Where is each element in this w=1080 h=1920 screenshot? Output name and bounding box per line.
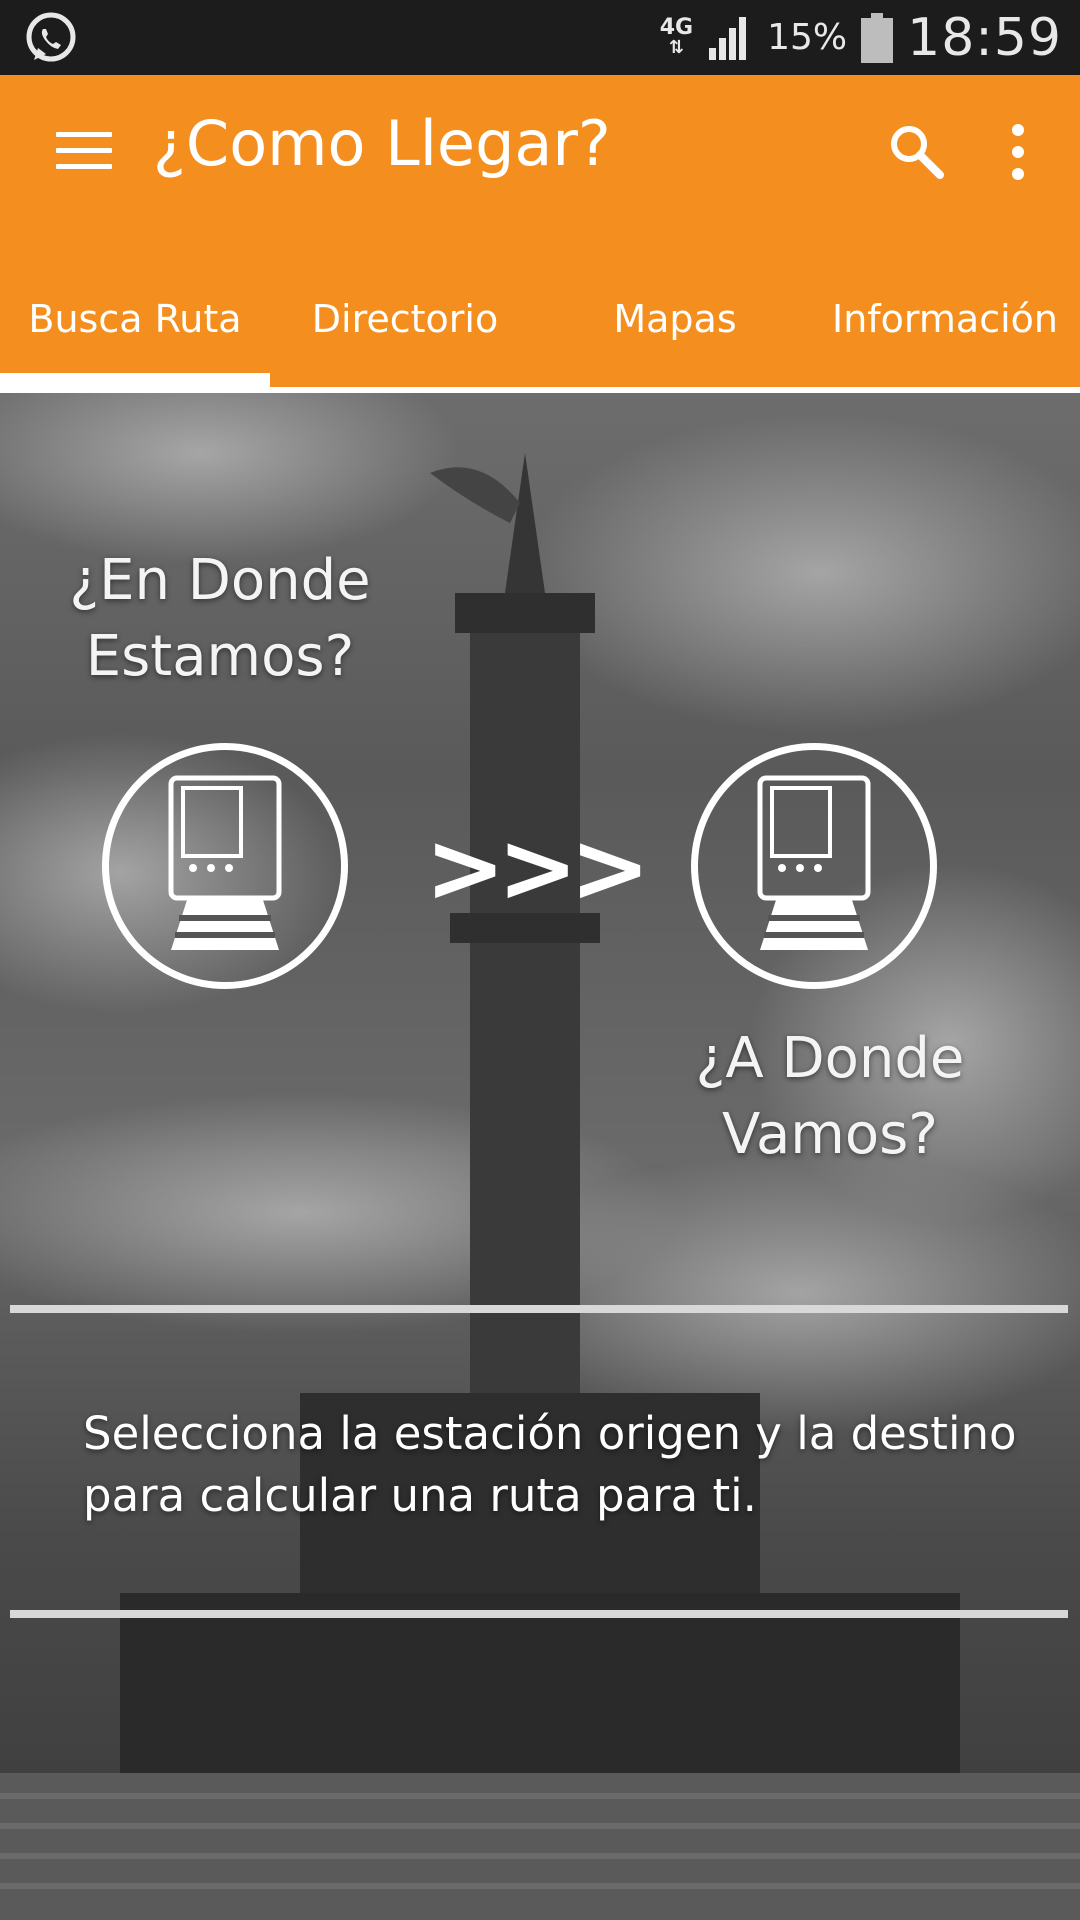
app-bar: ¿Como Llegar? Busca Ruta Directorio Mapa… [0, 75, 1080, 393]
selected-tab-indicator [0, 373, 270, 387]
tab-label: Información [832, 297, 1058, 341]
divider [10, 1610, 1068, 1618]
battery-percent: 15% [767, 17, 848, 58]
origin-label: ¿En Donde Estamos? [69, 548, 371, 689]
app-title: ¿Como Llegar? [153, 107, 611, 180]
origin-station-button[interactable] [102, 743, 348, 989]
route-search-panel: ¿En Donde Estamos? >>> ¿A Donde Vamos? S… [0, 393, 1080, 1920]
divider [10, 1305, 1068, 1313]
destination-label: ¿A Donde Vamos? [695, 1026, 965, 1167]
tab-bar: Busca Ruta Directorio Mapas Información [0, 275, 1080, 385]
whatsapp-icon [26, 12, 76, 62]
clock: 18:59 [907, 7, 1062, 68]
tab-label: Busca Ruta [28, 297, 242, 341]
train-icon [757, 775, 871, 950]
instructions-text: Selecciona la estación origen y la desti… [83, 1407, 1017, 1522]
tab-mapas[interactable]: Mapas [540, 275, 810, 385]
signal-icon [709, 16, 747, 60]
menu-icon[interactable] [56, 132, 112, 176]
train-icon [168, 775, 282, 950]
tab-directorio[interactable]: Directorio [270, 275, 540, 385]
tab-busca-ruta[interactable]: Busca Ruta [0, 275, 270, 385]
battery-icon [861, 12, 894, 63]
search-icon[interactable] [885, 120, 949, 184]
overflow-menu-icon[interactable] [1003, 120, 1033, 184]
network-indicator: 4G ⇅ [659, 14, 694, 58]
tab-label: Directorio [311, 297, 499, 341]
destination-station-button[interactable] [691, 743, 937, 989]
tab-label: Mapas [613, 297, 737, 341]
status-bar: 4G ⇅ 15% 18:59 [0, 0, 1080, 75]
direction-arrows: >>> [425, 812, 650, 924]
tab-informacion[interactable]: Información [810, 275, 1080, 385]
